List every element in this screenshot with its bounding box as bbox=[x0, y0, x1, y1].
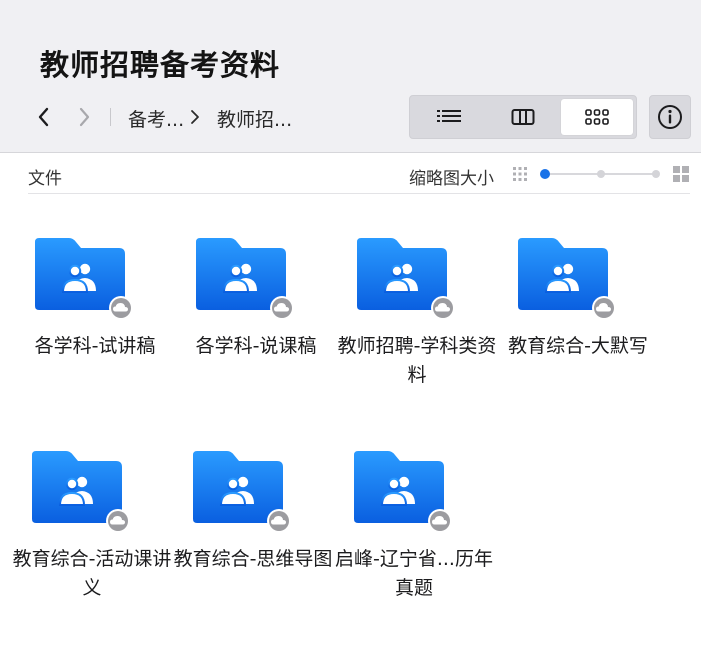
small-thumbnail-icon bbox=[513, 167, 527, 181]
folder-name: 教育综合-活动课讲义 bbox=[12, 548, 172, 599]
cloud-icon bbox=[592, 296, 616, 320]
folder-name: 启峰-辽宁省...历年真题 bbox=[335, 548, 493, 599]
back-arrow-icon[interactable] bbox=[32, 104, 56, 130]
chevron-right-icon bbox=[191, 110, 199, 124]
folder-name: 教育综合-大默写 bbox=[508, 335, 648, 357]
shared-folder-icon bbox=[354, 451, 452, 533]
section-label: 文件 bbox=[28, 169, 62, 189]
cloud-icon bbox=[431, 296, 455, 320]
cloud-icon bbox=[267, 509, 291, 533]
folder-item[interactable]: 教育综合-思维导图 bbox=[173, 449, 333, 629]
folder-name: 教育综合-思维导图 bbox=[173, 548, 333, 570]
folder-name: 教师招聘-学科类资料 bbox=[337, 335, 497, 386]
slider-knob[interactable] bbox=[540, 169, 550, 179]
large-thumbnail-icon bbox=[673, 166, 689, 182]
folder-name: 各学科-说课稿 bbox=[195, 335, 317, 357]
header-bar: 教师招聘备考资料 备考... 教师招... bbox=[0, 0, 701, 153]
folder-item[interactable]: 教育综合-大默写 bbox=[498, 236, 658, 416]
folder-item[interactable]: 教师招聘-学科类资料 bbox=[337, 236, 497, 416]
shared-folder-icon bbox=[357, 238, 455, 320]
breadcrumb-item-current[interactable]: 教师招... bbox=[217, 105, 292, 132]
cloud-icon bbox=[428, 509, 452, 533]
thumbnail-size-slider[interactable] bbox=[540, 166, 662, 182]
shared-folder-icon bbox=[193, 451, 291, 533]
info-button[interactable] bbox=[649, 95, 691, 139]
columns-icon bbox=[511, 109, 535, 125]
view-mode-switcher bbox=[409, 95, 637, 139]
list-view-button[interactable] bbox=[413, 99, 485, 135]
folder-item[interactable]: 启峰-辽宁省...历年真题 bbox=[334, 449, 494, 629]
folder-item[interactable]: 教育综合-活动课讲义 bbox=[12, 449, 172, 629]
section-divider bbox=[28, 193, 690, 194]
shared-folder-icon bbox=[518, 238, 616, 320]
grid-icon bbox=[585, 109, 609, 125]
folder-item[interactable]: 各学科-说课稿 bbox=[176, 236, 336, 416]
column-view-button[interactable] bbox=[487, 99, 559, 135]
cloud-icon bbox=[106, 509, 130, 533]
folder-item[interactable]: 各学科-试讲稿 bbox=[15, 236, 175, 416]
cloud-icon bbox=[270, 296, 294, 320]
shared-folder-icon bbox=[35, 238, 133, 320]
shared-folder-icon bbox=[32, 451, 130, 533]
slider-tick bbox=[597, 170, 605, 178]
thumbnail-size-label: 缩略图大小 bbox=[409, 169, 494, 189]
breadcrumb-item-parent[interactable]: 备考... bbox=[128, 105, 184, 132]
list-icon bbox=[437, 110, 461, 122]
shared-folder-icon bbox=[196, 238, 294, 320]
nav-divider bbox=[110, 108, 111, 126]
cloud-icon bbox=[109, 296, 133, 320]
slider-tick bbox=[652, 170, 660, 178]
grid-view-button[interactable] bbox=[561, 99, 633, 135]
info-icon bbox=[658, 105, 682, 129]
folder-name: 各学科-试讲稿 bbox=[34, 335, 156, 357]
forward-arrow-icon[interactable] bbox=[72, 104, 96, 130]
page-title: 教师招聘备考资料 bbox=[40, 48, 281, 82]
